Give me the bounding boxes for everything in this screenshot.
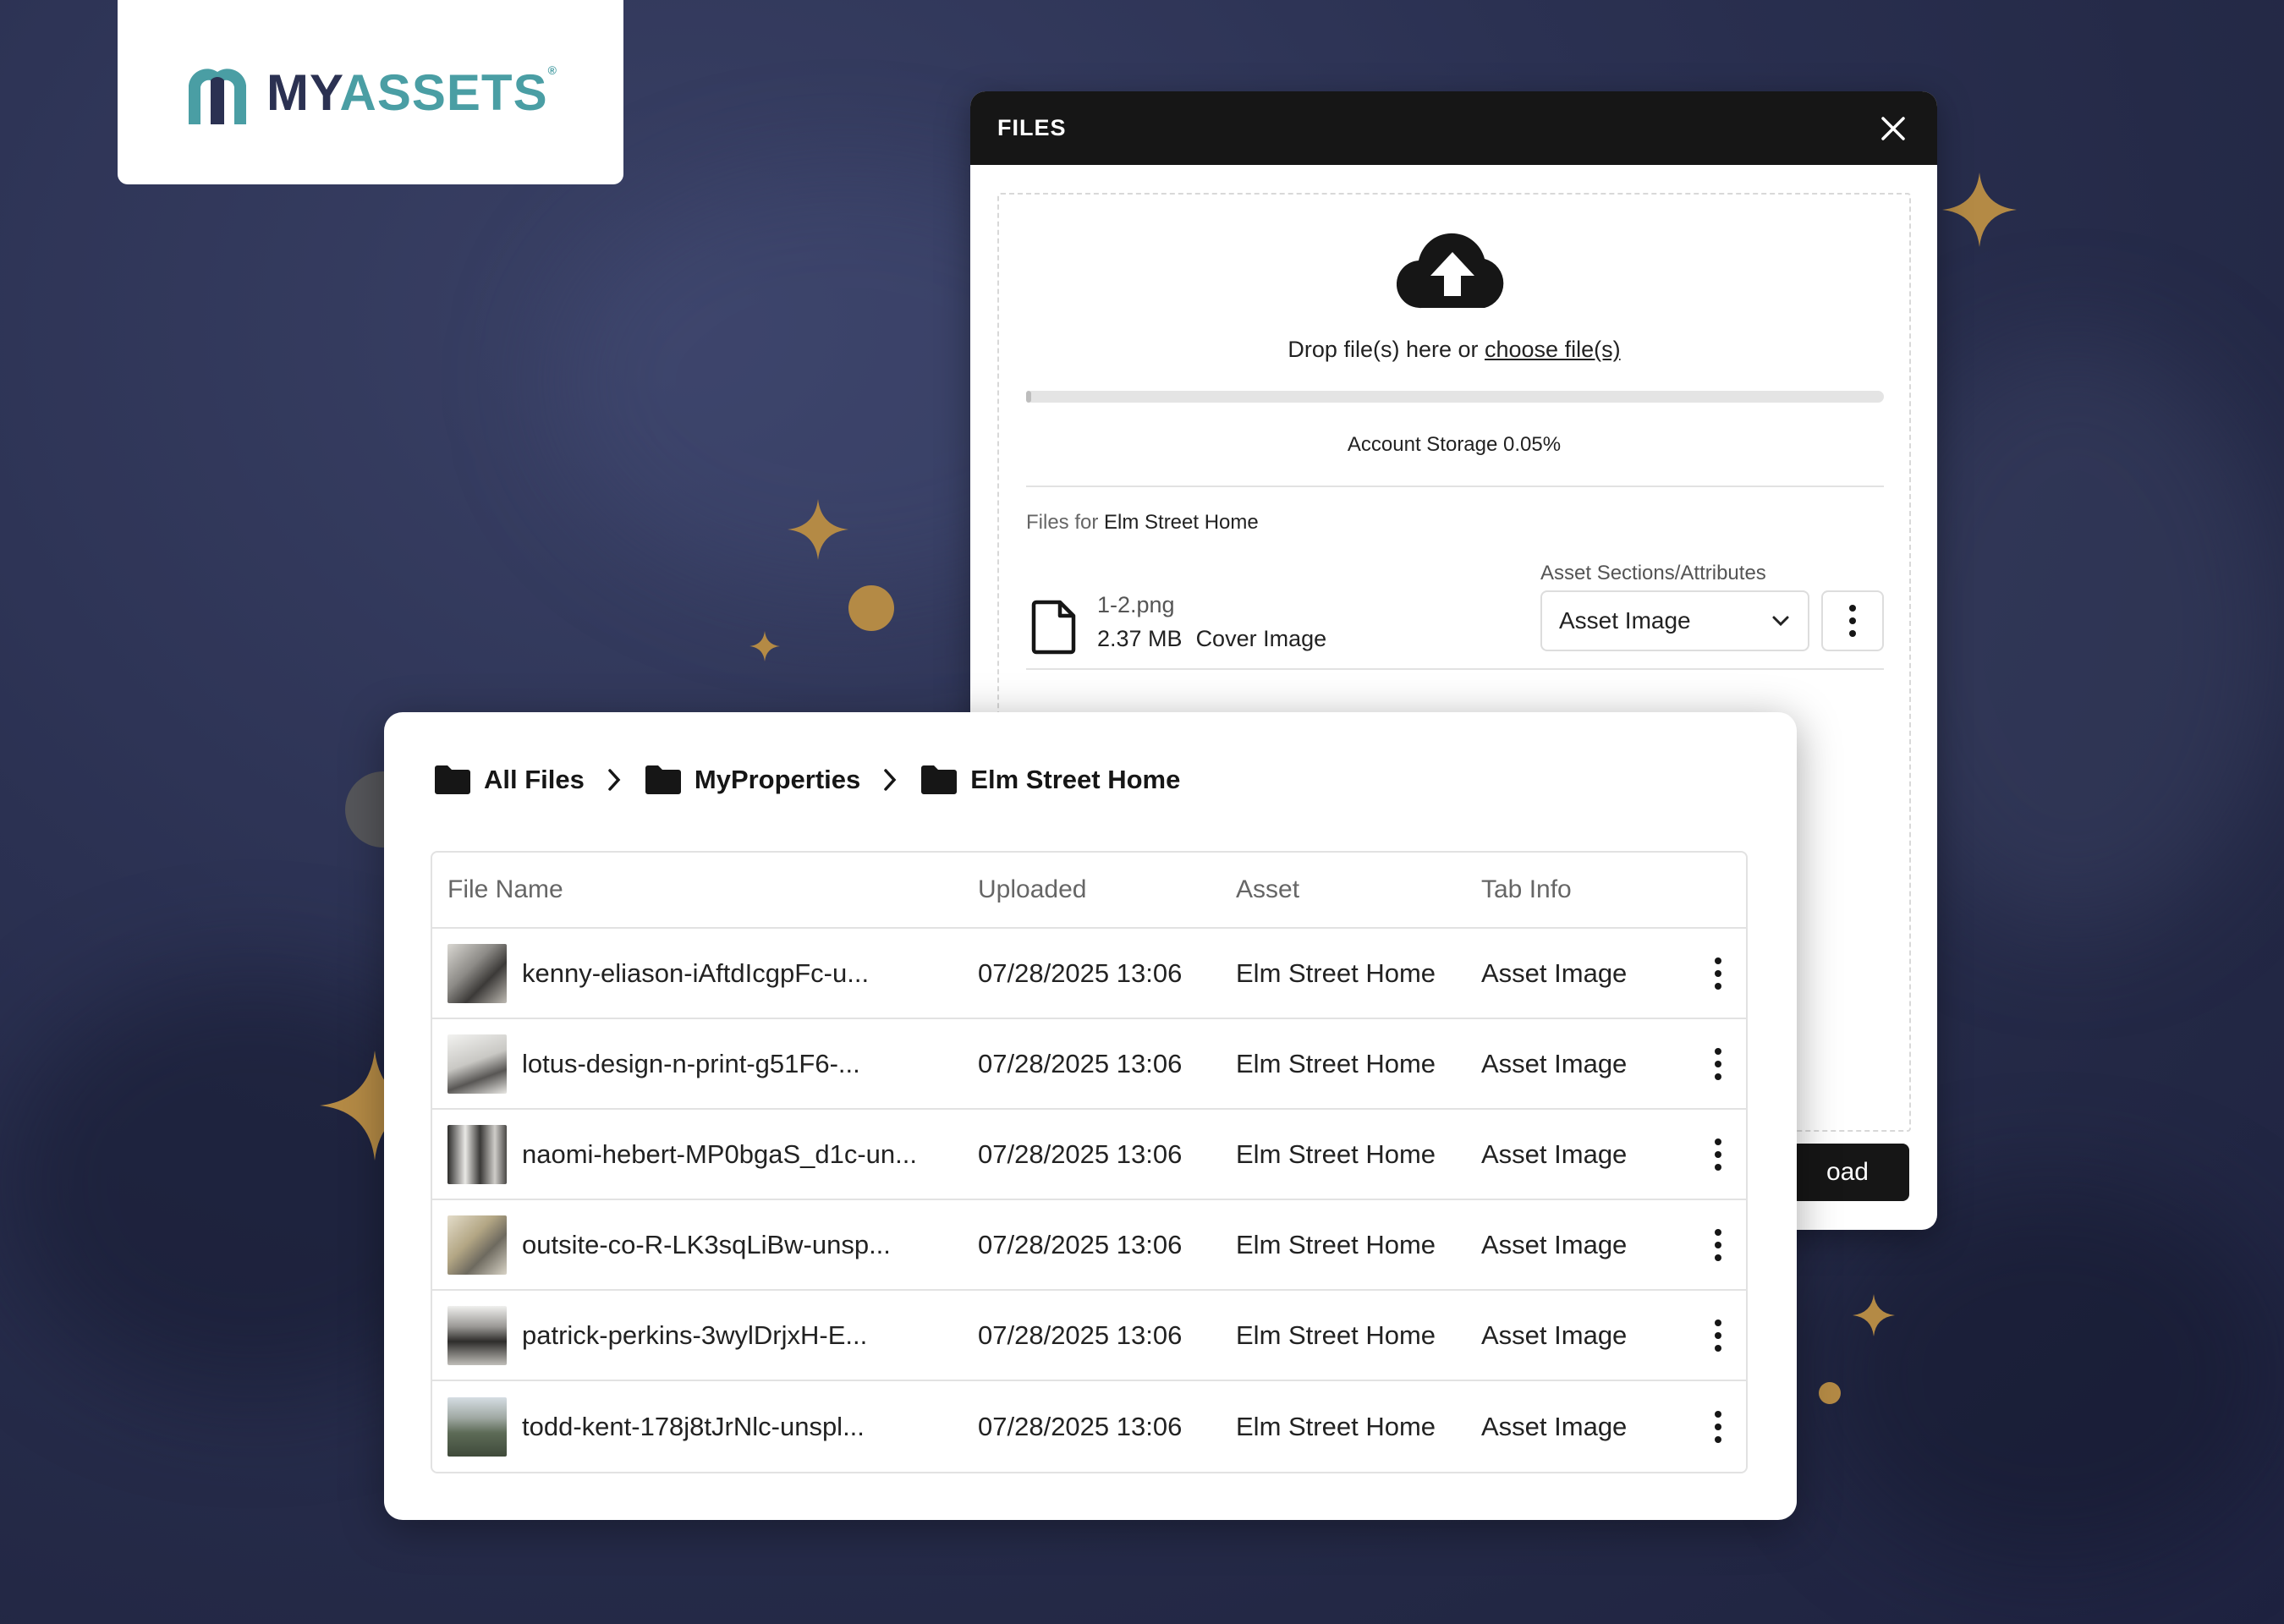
more-vertical-icon bbox=[1715, 1138, 1721, 1171]
asset-section-select[interactable]: Asset Image bbox=[1540, 590, 1809, 651]
asset-sections-label: Asset Sections/Attributes bbox=[1540, 562, 1766, 584]
tab-info: Asset Image bbox=[1481, 1229, 1628, 1259]
row-options-button[interactable] bbox=[1693, 1319, 1743, 1352]
chevron-right-icon bbox=[884, 769, 897, 791]
file-thumbnail bbox=[447, 1305, 507, 1365]
uploaded-date: 07/28/2025 13:06 bbox=[978, 1320, 1183, 1350]
asset-name: Elm Street Home bbox=[1236, 1138, 1436, 1169]
choose-files-link[interactable]: choose file(s) bbox=[1485, 337, 1621, 362]
table-row[interactable]: todd-kent-178j8tJrNlc-unspl... 07/28/202… bbox=[432, 1381, 1746, 1472]
file-thumbnail bbox=[447, 943, 507, 1003]
table-row[interactable]: patrick-perkins-3wylDrjxH-E... 07/28/202… bbox=[432, 1291, 1746, 1381]
asset-name: Elm Street Home bbox=[1236, 957, 1436, 988]
background-blur bbox=[1819, 1184, 2284, 1565]
cloud-upload-icon bbox=[1397, 233, 1504, 309]
storage-progress-bar bbox=[1026, 391, 1884, 403]
tab-info: Asset Image bbox=[1481, 1138, 1628, 1169]
table-row[interactable]: outsite-co-R-LK3sqLiBw-unsp... 07/28/202… bbox=[432, 1200, 1746, 1291]
table-header: File Name Uploaded Asset Tab Info bbox=[432, 853, 1746, 929]
chevron-right-icon bbox=[608, 769, 621, 791]
myassets-logo-icon bbox=[189, 69, 247, 124]
file-name[interactable]: patrick-perkins-3wylDrjxH-E... bbox=[522, 1320, 867, 1351]
breadcrumb-all-files[interactable]: All Files bbox=[433, 765, 585, 795]
upload-file-type: Cover Image bbox=[1195, 626, 1327, 651]
folder-icon bbox=[921, 765, 958, 794]
divider bbox=[1026, 486, 1884, 487]
upload-button[interactable]: oad bbox=[1791, 1144, 1909, 1201]
row-options-button[interactable] bbox=[1693, 1138, 1743, 1171]
upload-file-name: 1-2.png bbox=[1097, 592, 1175, 617]
storage-progress-fill bbox=[1026, 391, 1032, 403]
uploaded-date: 07/28/2025 13:06 bbox=[978, 1229, 1183, 1259]
sparkle-icon bbox=[749, 631, 780, 661]
file-name[interactable]: todd-kent-178j8tJrNlc-unspl... bbox=[522, 1412, 865, 1442]
column-header-uploaded[interactable]: Uploaded bbox=[978, 875, 1236, 904]
divider bbox=[1026, 668, 1884, 670]
folder-icon bbox=[435, 765, 470, 794]
asset-name: Elm Street Home bbox=[1236, 1411, 1436, 1441]
row-options-button[interactable] bbox=[1693, 957, 1743, 990]
tab-info: Asset Image bbox=[1481, 1320, 1628, 1350]
logo-card: MYASSETS® bbox=[118, 0, 623, 184]
row-options-button[interactable] bbox=[1693, 1228, 1743, 1262]
more-vertical-icon bbox=[1849, 605, 1856, 637]
file-name[interactable]: outsite-co-R-LK3sqLiBw-unsp... bbox=[522, 1230, 891, 1260]
sparkle-icon bbox=[788, 499, 848, 560]
file-thumbnail bbox=[447, 1124, 507, 1184]
file-thumbnail bbox=[447, 1034, 507, 1094]
column-header-file-name[interactable]: File Name bbox=[432, 875, 978, 904]
breadcrumb: All Files MyProperties Elm Street Home bbox=[433, 765, 1180, 795]
breadcrumb-myproperties[interactable]: MyProperties bbox=[644, 765, 860, 795]
folder-icon bbox=[645, 765, 681, 794]
uploaded-date: 07/28/2025 13:06 bbox=[978, 957, 1183, 988]
tab-info: Asset Image bbox=[1481, 957, 1628, 988]
file-options-button[interactable] bbox=[1821, 590, 1884, 651]
close-button[interactable] bbox=[1876, 112, 1910, 145]
files-dialog-header: FILES bbox=[970, 91, 1937, 165]
file-icon bbox=[1031, 600, 1076, 655]
sparkle-icon bbox=[1853, 1294, 1895, 1336]
chevron-down-icon bbox=[1772, 616, 1789, 627]
sparkle-icon bbox=[1942, 173, 2017, 247]
column-header-asset[interactable]: Asset bbox=[1236, 875, 1481, 904]
file-browser-card: All Files MyProperties Elm Street Home F… bbox=[384, 712, 1797, 1520]
table-row[interactable]: naomi-hebert-MP0bgaS_d1c-un... 07/28/202… bbox=[432, 1110, 1746, 1200]
files-for-label: Files for Elm Street Home bbox=[1026, 511, 1259, 534]
uploaded-date: 07/28/2025 13:06 bbox=[978, 1048, 1183, 1078]
row-options-button[interactable] bbox=[1693, 1047, 1743, 1081]
more-vertical-icon bbox=[1715, 1228, 1721, 1261]
table-row[interactable]: lotus-design-n-print-g51F6-... 07/28/202… bbox=[432, 1019, 1746, 1110]
tab-info: Asset Image bbox=[1481, 1048, 1628, 1078]
decor-dot bbox=[848, 585, 894, 631]
decor-dot bbox=[1819, 1382, 1841, 1404]
uploaded-date: 07/28/2025 13:06 bbox=[978, 1138, 1183, 1169]
file-name[interactable]: lotus-design-n-print-g51F6-... bbox=[522, 1049, 860, 1079]
logo-wordmark: MYASSETS® bbox=[266, 63, 557, 121]
file-name[interactable]: kenny-eliason-iAftdIcgpFc-u... bbox=[522, 958, 869, 989]
file-thumbnail bbox=[447, 1396, 507, 1457]
uploaded-date: 07/28/2025 13:06 bbox=[978, 1411, 1183, 1441]
file-name[interactable]: naomi-hebert-MP0bgaS_d1c-un... bbox=[522, 1139, 917, 1170]
tab-info: Asset Image bbox=[1481, 1411, 1628, 1441]
files-dialog-title: FILES bbox=[997, 115, 1067, 140]
files-table: File Name Uploaded Asset Tab Info kenny-… bbox=[431, 851, 1748, 1473]
account-storage-text: Account Storage 0.05% bbox=[1347, 433, 1562, 456]
drop-instructions: Drop file(s) here or choose file(s) bbox=[1287, 337, 1621, 362]
row-options-button[interactable] bbox=[1693, 1410, 1743, 1444]
more-vertical-icon bbox=[1715, 1047, 1721, 1080]
column-header-tab-info[interactable]: Tab Info bbox=[1481, 875, 1693, 904]
upload-file-size: 2.37 MB bbox=[1097, 626, 1183, 651]
more-vertical-icon bbox=[1715, 1410, 1721, 1443]
file-thumbnail bbox=[447, 1215, 507, 1275]
table-row[interactable]: kenny-eliason-iAftdIcgpFc-u... 07/28/202… bbox=[432, 929, 1746, 1019]
more-vertical-icon bbox=[1715, 1319, 1721, 1352]
asset-name: Elm Street Home bbox=[1236, 1320, 1436, 1350]
asset-name: Elm Street Home bbox=[1236, 1229, 1436, 1259]
close-icon bbox=[1881, 116, 1905, 140]
asset-name: Elm Street Home bbox=[1236, 1048, 1436, 1078]
more-vertical-icon bbox=[1715, 957, 1721, 990]
upload-file-meta: 2.37 MB Cover Image bbox=[1097, 626, 1326, 652]
breadcrumb-elm-street-home[interactable]: Elm Street Home bbox=[920, 765, 1180, 795]
